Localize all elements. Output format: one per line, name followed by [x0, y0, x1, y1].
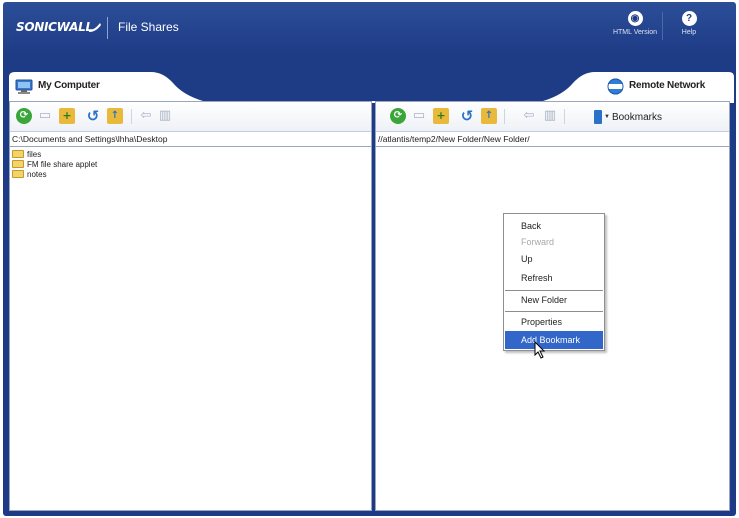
file-name: files	[27, 149, 42, 159]
tab-my-computer[interactable]: My Computer	[9, 72, 159, 100]
menu-item-new-folder[interactable]: New Folder	[505, 291, 603, 309]
header-button-divider	[662, 12, 663, 40]
delete-icon[interactable]: ▥	[542, 108, 558, 124]
toolbar-separator	[504, 109, 505, 124]
local-path-field[interactable]: C:\Documents and Settings\lhha\Desktop	[10, 133, 371, 147]
html-version-button[interactable]: ◉ HTML Version	[612, 8, 658, 46]
sonicwall-logo: SONICWALL	[16, 20, 93, 34]
folder-icon	[12, 170, 24, 178]
remote-toolbar: ⟳ ▭ + ↺ ↑ ⇦ ▥ ▼ Bookmarks	[376, 102, 729, 132]
transfer-icon[interactable]: ⇦	[521, 108, 537, 124]
file-name: FM file share applet	[27, 159, 98, 169]
toolbar-separator	[564, 109, 565, 124]
delete-icon[interactable]: ▥	[157, 108, 173, 124]
refresh-icon[interactable]: ↺	[459, 108, 475, 124]
new-folder-icon[interactable]: +	[59, 108, 75, 124]
app-title: File Shares	[118, 20, 179, 34]
menu-separator	[505, 311, 603, 312]
html-version-label: HTML Version	[612, 29, 658, 36]
mouse-pointer-icon	[534, 341, 546, 359]
remote-path-field[interactable]: //atlantis/temp2/New Folder/New Folder/	[376, 133, 729, 147]
list-item[interactable]: FM file share applet	[12, 159, 97, 169]
menu-item-properties[interactable]: Properties	[505, 313, 603, 331]
eye-icon: ◉	[627, 11, 643, 26]
computer-icon	[15, 79, 33, 94]
header-divider	[107, 17, 108, 39]
help-label: Help	[681, 29, 697, 36]
tab-remote-network-label: Remote Network	[629, 80, 706, 91]
list-item[interactable]: files	[12, 149, 97, 159]
new-folder-icon[interactable]: +	[433, 108, 449, 124]
tab-remote-network[interactable]: Remote Network	[600, 72, 730, 100]
bookmark-icon	[594, 110, 602, 124]
globe-icon	[607, 78, 624, 95]
bookmarks-label: Bookmarks	[611, 111, 662, 123]
folder-icon	[12, 160, 24, 168]
file-name: notes	[27, 169, 47, 179]
list-item[interactable]: notes	[12, 169, 97, 179]
transfer-icon[interactable]: ⇦	[138, 108, 154, 124]
connect-icon[interactable]: ⟳	[16, 108, 32, 124]
local-file-pane: ⟳ ▭ + ↺ ↑ ⇦ ▥ C:\Documents and Settings\…	[9, 101, 372, 511]
tab-my-computer-label: My Computer	[38, 80, 100, 91]
menu-item-up[interactable]: Up	[505, 250, 603, 268]
disconnect-icon[interactable]: ▭	[37, 108, 53, 124]
connect-icon[interactable]: ⟳	[390, 108, 406, 124]
menu-item-forward: Forward	[521, 237, 555, 247]
context-menu: Back Forward Up Refresh New Folder Prope…	[503, 213, 605, 351]
folder-up-icon[interactable]: ↑	[481, 108, 497, 124]
toolbar-separator	[131, 109, 132, 124]
menu-item-add-bookmark[interactable]: Add Bookmark	[505, 331, 603, 349]
help-icon: ?	[681, 11, 697, 26]
bookmarks-button[interactable]: ▼ Bookmarks	[594, 108, 662, 126]
refresh-icon[interactable]: ↺	[85, 108, 101, 124]
folder-icon	[12, 150, 24, 158]
chevron-down-icon: ▼	[604, 114, 610, 120]
disconnect-icon[interactable]: ▭	[411, 108, 427, 124]
logo-swoosh-icon	[89, 23, 101, 32]
local-file-list: files FM file share applet notes	[12, 149, 97, 179]
menu-item-refresh[interactable]: Refresh	[505, 269, 603, 287]
folder-up-icon[interactable]: ↑	[107, 108, 123, 124]
help-button[interactable]: ? Help	[666, 8, 712, 46]
local-toolbar: ⟳ ▭ + ↺ ↑ ⇦ ▥	[10, 102, 371, 132]
